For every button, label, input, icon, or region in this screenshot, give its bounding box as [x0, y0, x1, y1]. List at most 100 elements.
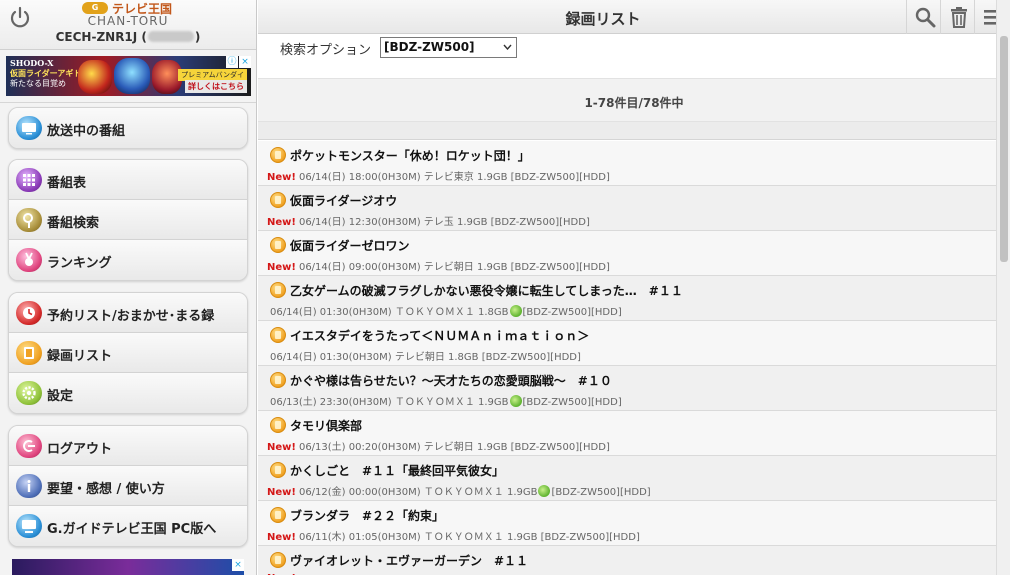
- top-bar: 録画リスト: [258, 0, 1010, 34]
- recording-title: イエスタデイをうたって＜ＮＵＭＡｎｉｍａｔｉｏｎ＞: [290, 329, 590, 343]
- grid-icon: [16, 168, 42, 192]
- tv-icon: [16, 116, 42, 140]
- recording-icon: [270, 327, 286, 343]
- device-suffix: ): [194, 30, 201, 44]
- menu-item-reservation-list[interactable]: 予約リスト/おまかせ･まる録: [9, 293, 247, 333]
- recording-row[interactable]: かくしごと #１１「最終回平気彼女」 New! 06/12(金) 00:00(0H3…: [258, 456, 1010, 501]
- ad-line1: SHODO-X: [10, 58, 54, 68]
- device-label: CECH-ZNR1J (): [0, 30, 256, 44]
- recording-title: タモリ倶楽部: [290, 419, 363, 433]
- menu-label: 設定: [47, 389, 74, 404]
- recording-details: 06/13(土) 23:30(0H30M) ＴＯＫＹＯＭＸ１ 1.9GB: [270, 397, 509, 408]
- chevron-down-icon: [503, 44, 512, 50]
- menu-group-programs: 番組表 番組検索 ランキング: [8, 159, 248, 281]
- recording-title: ポケットモンスター「休め！ロケット団！」: [290, 149, 530, 163]
- device-select[interactable]: [BDZ-ZW500]: [380, 37, 517, 58]
- ad-info-icon[interactable]: ⓘ: [226, 56, 238, 68]
- recording-storage: [BDZ-ZW500][HDD]: [522, 397, 622, 408]
- device-name: CECH-ZNR1J (: [55, 30, 147, 44]
- recording-title: ヴァイオレット・エヴァーガーデン #１１: [290, 554, 529, 568]
- recording-title: 仮面ライダーゼロワン: [290, 239, 410, 253]
- ad-cta[interactable]: 詳しくはこちら: [185, 80, 247, 93]
- recording-icon: [270, 192, 286, 208]
- magnifier-icon: [16, 208, 42, 232]
- recording-meta: 06/14(日) 01:30(0H30M) ＴＯＫＹＯＭＸ１ 1.8GB [BDZ…: [267, 303, 622, 318]
- menu-group-broadcast: 放送中の番組: [8, 107, 248, 149]
- search-options-label: 検索オプション: [280, 43, 372, 58]
- new-badge: New!: [267, 442, 296, 453]
- menu-item-ranking[interactable]: ランキング: [9, 240, 247, 280]
- menu-label: 要望・感想 / 使い方: [47, 482, 165, 497]
- recording-icon: [270, 417, 286, 433]
- ad-banner-top[interactable]: SHODO-X 仮面ライダーアギト 新たなる目覚め プレミアムバンダイ 詳しくは…: [6, 56, 251, 96]
- recording-icon: [270, 147, 286, 163]
- menu-item-program-search[interactable]: 番組検索: [9, 200, 247, 240]
- recording-row[interactable]: タモリ倶楽部 New! 06/13(土) 00:20(0H30M) テレビ朝日 1.…: [258, 411, 1010, 456]
- scrollbar-thumb[interactable]: [1000, 36, 1008, 262]
- recording-meta: 06/14(日) 01:30(0H30M) テレビ朝日 1.8GB [BDZ-Z…: [267, 348, 581, 363]
- recording-row[interactable]: ブランダラ #２２「約束」 New! 06/11(木) 01:05(0H30M) Ｔ…: [258, 501, 1010, 546]
- recording-list: ポケットモンスター「休め！ロケット団！」 New! 06/14(日) 18:00(0…: [258, 141, 1010, 575]
- search-button[interactable]: [906, 0, 940, 34]
- recording-details: 06/14(日) 09:00(0H30M) テレビ朝日 1.9GB [BDZ-Z…: [298, 262, 610, 273]
- recording-icon: [270, 462, 286, 478]
- menu-label: 録画リスト: [47, 349, 113, 364]
- menu-item-feedback[interactable]: 要望・感想 / 使い方: [9, 466, 247, 506]
- sidebar: G テレビ王国 CHAN-TORU CECH-ZNR1J () SHODO-X …: [0, 0, 257, 575]
- recording-row[interactable]: イエスタデイをうたって＜ＮＵＭＡｎｉｍａｔｉｏｎ＞ 06/14(日) 01:30(…: [258, 321, 1010, 366]
- menu-item-program-guide[interactable]: 番組表: [9, 160, 247, 200]
- recording-meta: New! 06/14(日) 09:00(0H30M) テレビ朝日 1.9GB [B…: [267, 258, 610, 273]
- recording-row[interactable]: 仮面ライダーゼロワン New! 06/14(日) 09:00(0H30M) テレビ朝…: [258, 231, 1010, 276]
- menu-item-logout[interactable]: ログアウト: [9, 426, 247, 466]
- recording-details: 06/14(日) 01:30(0H30M) ＴＯＫＹＯＭＸ１ 1.8GB: [270, 307, 509, 318]
- new-badge: New!: [267, 487, 296, 498]
- menu-item-settings[interactable]: 設定: [9, 373, 247, 413]
- blurred-username: [147, 31, 194, 42]
- recording-meta: New! 06/12(金) 00:00(0H30M) ＴＯＫＹＯＭＸ１ 1.9GB…: [267, 483, 651, 498]
- recording-icon: [270, 507, 286, 523]
- device-select-value: [BDZ-ZW500]: [384, 40, 475, 54]
- clock-icon: [16, 301, 42, 325]
- ad-close-icon[interactable]: ×: [232, 559, 244, 571]
- menu-label: G.ガイドテレビ王国 PC版へ: [47, 522, 217, 537]
- recording-icon: [270, 237, 286, 253]
- menu-label: 番組表: [47, 176, 87, 191]
- trash-icon: [951, 7, 967, 28]
- ad-close-icon[interactable]: ×: [239, 56, 251, 68]
- search-options-row: 検索オプション [BDZ-ZW500]: [258, 34, 1010, 68]
- pc-icon: [16, 514, 42, 538]
- recording-details: 06/14(日) 18:00(0H30M) テレビ東京 1.9GB [BDZ-Z…: [298, 172, 610, 183]
- new-badge: New!: [267, 172, 296, 183]
- list-header-divider: [258, 122, 1010, 140]
- menu-item-recording-list[interactable]: 録画リスト: [9, 333, 247, 373]
- menu-label: 予約リスト/おまかせ･まる録: [47, 309, 215, 324]
- channel-status-icon: [509, 395, 522, 407]
- scrollbar[interactable]: [996, 0, 1010, 575]
- recording-storage: [BDZ-ZW500][HDD]: [522, 307, 622, 318]
- recording-icon: [270, 282, 286, 298]
- recording-title: かくしごと #１１「最終回平気彼女」: [290, 464, 505, 478]
- recording-row[interactable]: ヴァイオレット・エヴァーガーデン #１１New!: [258, 546, 1010, 575]
- menu-label: ログアウト: [47, 442, 113, 457]
- recording-icon: [270, 372, 286, 388]
- result-count-bar: 1-78件目/78件中: [258, 78, 1010, 122]
- recording-row[interactable]: 乙女ゲームの破滅フラグしかない悪役令嬢に転生してしまった… #１１ 06/14(日…: [258, 276, 1010, 321]
- recording-meta: 06/13(土) 23:30(0H30M) ＴＯＫＹＯＭＸ１ 1.9GB [BDZ…: [267, 393, 622, 408]
- recording-details: 06/14(日) 12:30(0H30M) テレ玉 1.9GB [BDZ-ZW5…: [298, 217, 590, 228]
- channel-status-icon: [538, 485, 551, 497]
- recording-row[interactable]: かぐや様は告らせたい？～天才たちの恋愛頭脳戦～ #１０ 06/13(土) 23:3…: [258, 366, 1010, 411]
- recording-meta: New! 06/11(木) 01:05(0H30M) ＴＯＫＹＯＭＸ１ 1.9GB…: [267, 528, 640, 543]
- menu-label: 放送中の番組: [47, 124, 126, 139]
- ad-banner-bottom[interactable]: ×: [12, 559, 244, 575]
- recording-title: かぐや様は告らせたい？～天才たちの恋愛頭脳戦～ #１０: [290, 374, 612, 388]
- recording-row[interactable]: ポケットモンスター「休め！ロケット団！」 New! 06/14(日) 18:00(0…: [258, 141, 1010, 186]
- recording-row[interactable]: 仮面ライダージオウ New! 06/14(日) 12:30(0H30M) テレ玉 1…: [258, 186, 1010, 231]
- delete-button[interactable]: [940, 0, 974, 34]
- recording-details: 06/14(日) 01:30(0H30M) テレビ朝日 1.8GB [BDZ-Z…: [270, 352, 581, 363]
- menu-item-now-airing[interactable]: 放送中の番組: [9, 108, 247, 148]
- search-icon: [915, 7, 936, 28]
- menu-item-pc-version[interactable]: G.ガイドテレビ王国 PC版へ: [9, 506, 247, 546]
- recording-meta: New! 06/14(日) 12:30(0H30M) テレ玉 1.9GB [BDZ…: [267, 213, 590, 228]
- ad-hero-image-2: [114, 58, 150, 94]
- new-badge: New!: [267, 217, 296, 228]
